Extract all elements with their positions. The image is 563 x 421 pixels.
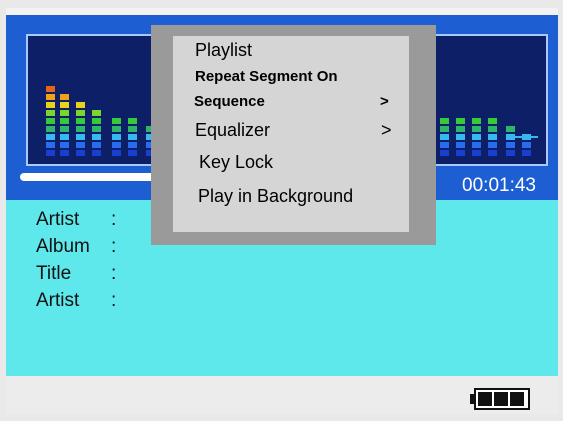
battery-icon xyxy=(474,388,530,410)
chevron-right-icon: > xyxy=(381,120,392,140)
battery-cell xyxy=(510,392,524,406)
spectrum-bar xyxy=(76,102,85,156)
battery-cell xyxy=(478,392,492,406)
spectrum-bar xyxy=(60,94,69,156)
menu-item-repeat-segment[interactable]: Repeat Segment On xyxy=(195,68,395,85)
menu-item-label: Playlist xyxy=(195,40,253,60)
info-separator: : xyxy=(111,290,117,311)
battery-cell xyxy=(494,392,508,406)
info-label: Artist xyxy=(36,290,80,311)
submenu-arrow xyxy=(385,152,399,173)
menu-item-label: Sequence xyxy=(194,93,265,110)
chevron-right-icon: > xyxy=(380,93,389,110)
spectrum-bar xyxy=(506,126,515,156)
spectrum-bar xyxy=(92,110,101,156)
spectrum-bar xyxy=(440,118,449,156)
spectrum-bar xyxy=(456,118,465,156)
menu-item-playlist[interactable]: Playlist xyxy=(195,40,395,61)
info-label: Title xyxy=(36,263,72,284)
submenu-arrow xyxy=(384,186,398,207)
menu-item-equalizer[interactable]: Equalizer > xyxy=(195,120,395,141)
info-row-artist: Artist: xyxy=(36,209,116,231)
menu-item-label: Repeat Segment On xyxy=(195,68,338,85)
spectrum-bar xyxy=(112,118,121,156)
info-row-title: Title: xyxy=(36,263,116,285)
menu-item-sequence[interactable]: Sequence > xyxy=(194,93,394,110)
info-row-artist-2: Artist: xyxy=(36,290,116,312)
info-separator: : xyxy=(111,263,117,284)
spectrum-bar xyxy=(128,118,137,156)
info-label: Artist xyxy=(36,209,80,230)
popup-menu: Playlist Repeat Segment On Sequence > Eq… xyxy=(173,36,409,232)
info-separator: : xyxy=(111,209,117,230)
menu-item-play-in-background[interactable]: Play in Background xyxy=(198,186,398,207)
progress-bar[interactable] xyxy=(20,173,170,181)
spectrum-peak-line xyxy=(514,136,538,138)
spectrum-bar xyxy=(46,86,55,156)
elapsed-time: 00:01:43 xyxy=(462,175,536,196)
spectrum-bar xyxy=(472,118,481,156)
submenu-arrow xyxy=(381,68,395,85)
info-label: Album xyxy=(36,236,90,257)
menu-item-key-lock[interactable]: Key Lock xyxy=(199,152,399,173)
menu-item-label: Equalizer xyxy=(195,120,271,140)
menu-item-label: Play in Background xyxy=(198,186,354,206)
submenu-arrow xyxy=(381,40,395,61)
info-row-album: Album: xyxy=(36,236,116,258)
info-separator: : xyxy=(111,236,117,257)
spectrum-bar xyxy=(488,118,497,156)
menu-item-label: Key Lock xyxy=(199,152,274,172)
